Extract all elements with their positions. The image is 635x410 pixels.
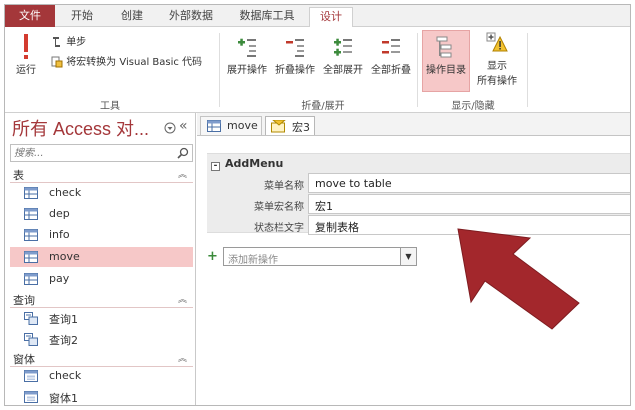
access-window: 文件 开始 创建 外部数据 数据库工具 设计 运行 单步 将宏转换为 Visua… <box>4 4 631 406</box>
annotation-arrow <box>457 228 580 330</box>
